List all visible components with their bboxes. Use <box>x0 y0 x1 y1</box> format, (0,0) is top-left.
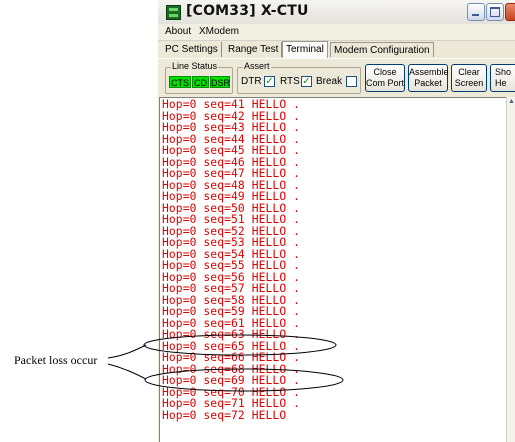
scroll-up-arrow-icon[interactable]: ▲ <box>508 98 515 106</box>
terminal-controls: Line Status CTS CD DSR Assert DTR ✓ RTS … <box>158 58 515 97</box>
terminal-output[interactable]: Hop=0 seq=41 HELLO . Hop=0 seq=42 HELLO .… <box>159 97 506 442</box>
assemble-packet-label-2: Packet <box>414 78 442 88</box>
dtr-label: DTR <box>241 76 262 87</box>
assert-group: Assert DTR ✓ RTS ✓ Break <box>237 61 361 94</box>
window-title: [COM33] X-CTU <box>186 3 309 19</box>
rts-label: RTS <box>280 76 300 87</box>
terminal-line: Hop=0 seq=47 HELLO . <box>162 167 301 180</box>
menu-about[interactable]: About <box>165 26 191 37</box>
close-com-port-label-2: Com Port <box>366 78 405 88</box>
tab-strip: PC Settings Range Test Terminal Modem Co… <box>158 41 515 58</box>
terminal-line: Hop=0 seq=63 HELLO . <box>162 328 301 341</box>
dsr-indicator: DSR <box>210 76 231 88</box>
xctu-window: [COM33] X-CTU About XModem PC Settings R… <box>158 0 515 442</box>
assemble-packet-button[interactable]: Assemble Packet <box>408 64 449 92</box>
show-hex-label-1: Sho <box>495 67 512 77</box>
terminal-line: Hop=0 seq=53 HELLO . <box>162 236 301 249</box>
show-hex-label-2: He <box>495 78 507 88</box>
close-com-port-button[interactable]: Close Com Port <box>365 64 405 92</box>
dtr-checkbox[interactable]: ✓ <box>264 76 275 87</box>
tab-modem-configuration[interactable]: Modem Configuration <box>330 42 434 57</box>
app-icon <box>166 5 181 20</box>
tab-terminal[interactable]: Terminal <box>282 41 328 58</box>
minimize-button[interactable] <box>467 3 485 21</box>
maximize-button[interactable] <box>486 3 504 21</box>
packet-loss-annotation: Packet loss occur <box>14 353 98 367</box>
close-window-button[interactable] <box>505 3 515 21</box>
line-status-group: Line Status CTS CD DSR <box>165 61 233 94</box>
show-hex-button[interactable]: Sho He <box>490 64 515 92</box>
break-checkbox[interactable] <box>346 76 357 87</box>
rts-checkbox[interactable]: ✓ <box>301 76 312 87</box>
tab-range-test[interactable]: Range Test <box>225 42 283 57</box>
assemble-packet-label-1: Assemble <box>409 67 449 77</box>
terminal-line: Hop=0 seq=71 HELLO . <box>162 397 301 410</box>
title-bar: [COM33] X-CTU <box>158 0 515 25</box>
clear-screen-label-1: Clear <box>458 67 480 77</box>
assert-title: Assert <box>243 61 271 71</box>
terminal-line: Hop=0 seq=51 HELLO . <box>162 213 301 226</box>
annotation-line-upper <box>107 344 147 359</box>
close-com-port-label-1: Close <box>373 67 397 77</box>
cts-indicator: CTS <box>169 76 191 88</box>
terminal-line: Hop=0 seq=49 HELLO . <box>162 190 301 203</box>
terminal-line: Hop=0 seq=69 HELLO . <box>162 374 301 387</box>
clear-screen-button[interactable]: Clear Screen <box>451 64 487 92</box>
terminal-line: Hop=0 seq=59 HELLO . <box>162 305 301 318</box>
terminal-line: Hop=0 seq=72 HELLO <box>162 408 287 422</box>
break-label: Break <box>316 76 343 87</box>
line-status-title: Line Status <box>171 61 219 71</box>
terminal-line: Hop=0 seq=45 HELLO . <box>162 144 301 157</box>
terminal-line: Hop=0 seq=57 HELLO . <box>162 282 301 295</box>
menu-bar: About XModem <box>158 24 515 41</box>
terminal-line: Hop=0 seq=55 HELLO . <box>162 259 301 272</box>
terminal-line: Hop=0 seq=43 HELLO . <box>162 121 301 134</box>
terminal-scrollbar[interactable]: ▲ <box>506 97 515 442</box>
terminal-line: Hop=0 seq=66 HELLO . <box>162 351 301 364</box>
clear-screen-label-2: Screen <box>454 78 484 88</box>
terminal-line: Hop=0 seq=41 HELLO . <box>162 98 301 111</box>
menu-xmodem[interactable]: XModem <box>199 26 239 37</box>
cd-indicator: CD <box>192 76 209 88</box>
tab-pc-settings[interactable]: PC Settings <box>162 42 222 57</box>
annotation-line-lower <box>107 363 147 380</box>
